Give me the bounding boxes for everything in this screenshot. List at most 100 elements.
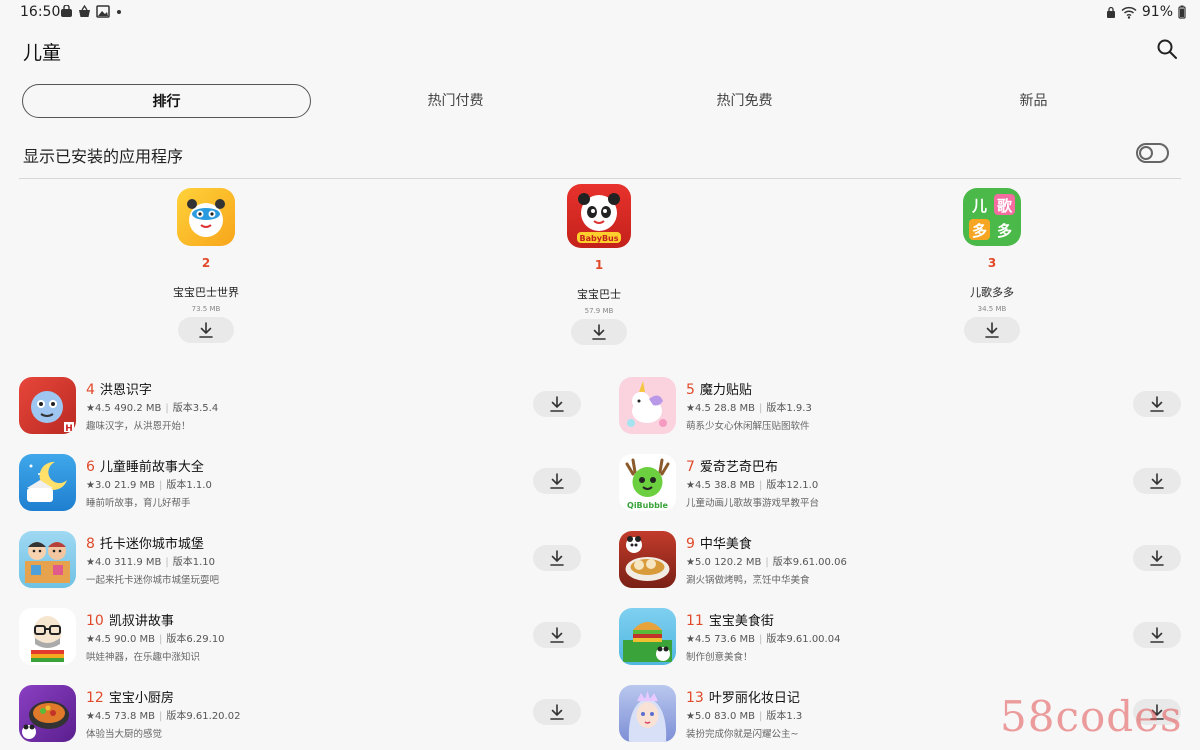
battery-icon [1178,5,1186,19]
tab-top-paid[interactable]: 热门付费 [311,84,600,118]
app-rank: 13 [686,690,704,706]
battery-percent: 91% [1141,4,1173,20]
app-name: 儿童睡前故事大全 [99,460,204,475]
app-version: 版本9.61.20.02 [166,711,241,722]
app-icon-babybus-world [177,188,235,246]
download-icon [985,322,999,338]
app-meta: ★5.0 83.0 MB | 版本1.3 [686,711,803,722]
download-icon [550,550,564,566]
download-button[interactable] [533,622,581,648]
download-button[interactable] [1133,622,1181,648]
download-button[interactable] [533,391,581,417]
app-list-item[interactable]: 12 宝宝小厨房 ★4.5 73.8 MB | 版本9.61.20.02 体验当大厨的… [19,685,599,750]
top3-rank: 2 [201,256,211,270]
app-rating: ★4.5 [686,634,711,645]
show-installed-label: 显示已安装的应用程序 [23,147,184,166]
app-description: 哄娃神器，在乐趣中涨知识 [86,652,201,663]
download-button[interactable] [571,319,627,345]
download-button[interactable] [1133,545,1181,571]
page-title: 儿童 [23,42,62,64]
download-button[interactable] [533,699,581,725]
category-tabs: 排行 热门付费 热门免费 新品 [0,84,1200,120]
tab-ranking[interactable]: 排行 [22,84,311,118]
app-icon-toca-castle [19,531,76,588]
app-list-item[interactable]: 6 儿童睡前故事大全 ★3.0 21.9 MB | 版本1.1.0 睡前听故事，育儿好… [19,454,599,520]
app-name: 宝宝美食街 [708,614,774,629]
tab-new[interactable]: 新品 [889,84,1178,118]
app-meta: ★4.5 28.8 MB | 版本1.9.3 [686,403,812,414]
app-name: 叶罗丽化妆日记 [708,691,800,706]
app-description: 睡前听故事，育儿好帮手 [86,498,191,509]
app-version: 版本3.5.4 [172,403,219,414]
app-list-item[interactable]: 5 魔力贴贴 ★4.5 28.8 MB | 版本1.9.3 萌系少女心休闲解压贴图软件 [619,377,1199,443]
top3-card-rank-1[interactable]: BabyBus 1 宝宝巴士 57.9 MB [469,184,729,345]
app-name: 洪恩识字 [99,383,152,398]
download-button[interactable] [533,545,581,571]
app-list-item[interactable]: 11 宝宝美食街 ★4.5 73.6 MB | 版本9.61.00.04 制作创意美食… [619,608,1199,674]
status-notification-icons [60,5,123,18]
app-rank: 7 [686,459,695,475]
download-button[interactable] [1133,391,1181,417]
app-description: 趣味汉字，从洪恩开始！ [86,421,191,432]
toggle-knob [1139,146,1153,160]
app-list-item[interactable]: 10 凯叔讲故事 ★4.5 90.0 MB | 版本6.29.10 哄娃神器，在乐趣中… [19,608,599,674]
app-list-item[interactable]: H 4 洪恩识字 ★4.5 490.2 MB | 版本3.5.4 趣味汉字，从洪恩开始… [19,377,599,443]
app-name: 凯叔讲故事 [108,614,174,629]
app-icon-moli-tietie [619,377,676,434]
app-rating: ★4.5 [86,634,111,645]
app-title: 9 中华美食 [686,533,752,552]
app-rank: 5 [686,382,695,398]
app-icon-hongen-shizi: H [19,377,76,434]
basket-icon [79,5,90,17]
download-icon [550,473,564,489]
app-rating: ★3.0 [86,480,111,491]
app-size: 38.8 MB [714,480,755,491]
app-rank: 8 [86,536,95,552]
app-version: 版本9.61.00.06 [772,557,847,568]
app-title: 4 洪恩识字 [86,379,152,398]
app-list-item[interactable]: 8 托卡迷你城市城堡 ★4.0 311.9 MB | 版本1.10 一起来托卡迷你城市… [19,531,599,597]
app-name: 魔力贴贴 [699,383,752,398]
app-list-item[interactable]: 9 中华美食 ★5.0 120.2 MB | 版本9.61.00.06 涮火锅做烤鸭，… [619,531,1199,597]
search-icon[interactable] [1156,38,1178,60]
app-version: 版本6.29.10 [166,634,225,645]
download-icon [1150,396,1164,412]
top3-rank: 1 [594,258,604,272]
app-rank: 12 [86,690,104,706]
app-meta: ★4.5 90.0 MB | 版本6.29.10 [86,634,225,645]
top3-app-name: 宝宝巴士 [577,288,621,301]
top3-card-rank-2[interactable]: 2 宝宝巴士世界 73.5 MB [76,188,336,343]
app-list-item[interactable]: QiBubble 7 爱奇艺奇巴布 ★4.5 38.8 MB | 版本12.1.0 儿… [619,454,1199,520]
app-rating: ★4.5 [86,711,111,722]
app-meta: ★5.0 120.2 MB | 版本9.61.00.06 [686,557,847,568]
app-size: 120.2 MB [714,557,762,568]
top3-card-rank-3[interactable]: 儿 歌 多 多 3 儿歌多多 34.5 MB [862,188,1122,343]
app-icon-kaishu-stories [19,608,76,665]
app-size: 490.2 MB [114,403,162,414]
download-button[interactable] [178,317,234,343]
download-button[interactable] [533,468,581,494]
download-button[interactable] [1133,468,1181,494]
app-size: 73.6 MB [714,634,755,645]
app-title: 5 魔力贴贴 [686,379,752,398]
app-description: 一起来托卡迷你城市城堡玩耍吧 [86,575,220,586]
app-description: 涮火锅做烤鸭，烹饪中华美食 [686,575,810,586]
app-icon-qibubble: QiBubble [619,454,676,511]
download-button[interactable] [964,317,1020,343]
top3-app-size: 57.9 MB [584,307,614,315]
lock-icon [1106,6,1115,18]
top3-rank: 3 [987,256,997,270]
top3-app-size: 34.5 MB [977,305,1007,313]
app-name: 爱奇艺奇巴布 [699,460,778,475]
divider [19,178,1181,179]
app-rating: ★5.0 [686,557,711,568]
show-installed-toggle[interactable] [1136,143,1169,163]
app-description: 体验当大厨的感觉 [86,729,163,740]
tab-top-free[interactable]: 热门免费 [600,84,889,118]
status-time: 16:50 [20,4,61,20]
app-version: 版本1.3 [766,711,803,722]
app-size: 21.9 MB [114,480,155,491]
app-header: 儿童 [0,30,1200,70]
image-icon [96,5,110,18]
svg-text:BabyBus: BabyBus [580,234,619,243]
